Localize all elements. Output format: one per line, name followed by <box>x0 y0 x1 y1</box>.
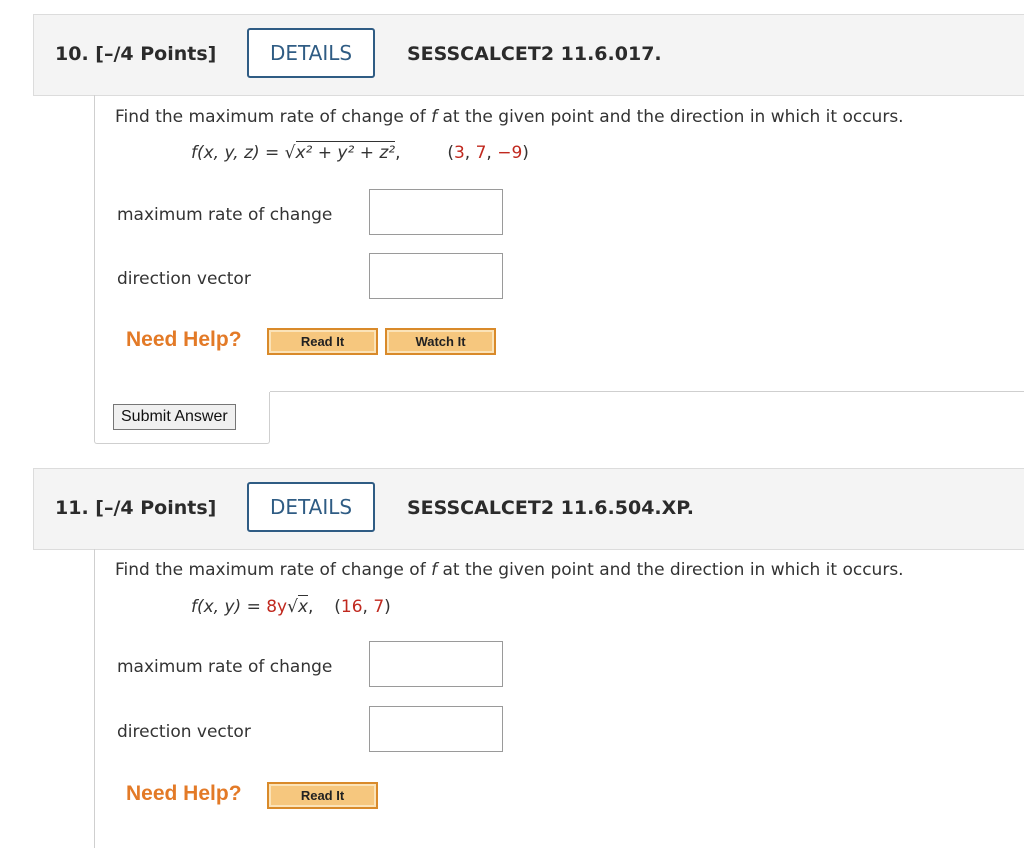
direction-vector-input[interactable] <box>369 706 503 752</box>
details-button[interactable]: DETAILS <box>247 28 375 78</box>
divider <box>270 391 1024 392</box>
submit-area: Submit Answer <box>94 392 270 444</box>
function-lhs: f(x, y, z) = <box>191 143 285 163</box>
direction-vector-label: direction vector <box>117 722 251 742</box>
given-point: (3, 7, −9) <box>447 143 529 163</box>
question-10-header: 10. [–/4 Points] DETAILS SESSCALCET2 11.… <box>33 14 1024 96</box>
question-code: SESSCALCET2 11.6.017. <box>407 43 662 65</box>
question-prompt: Find the maximum rate of change of f at … <box>115 107 904 127</box>
prompt-text: Find the maximum rate of change of <box>115 560 432 580</box>
function-formula: f(x, y, z) = √x² + y² + z², (3, 7, −9) <box>191 141 529 163</box>
max-rate-label: maximum rate of change <box>117 657 333 677</box>
sqrt-sign-icon: √ <box>287 597 298 617</box>
watch-it-button[interactable]: Watch It <box>385 328 496 355</box>
function-formula: f(x, y) = 8y√x, (16, 7) <box>191 595 391 617</box>
given-point: (16, 7) <box>334 597 391 617</box>
question-code: SESSCALCET2 11.6.504.XP. <box>407 497 694 519</box>
direction-vector-label: direction vector <box>117 269 251 289</box>
prompt-text: Find the maximum rate of change of <box>115 107 432 127</box>
read-it-button[interactable]: Read It <box>267 328 378 355</box>
function-radicand: x² + y² + z² <box>295 141 396 163</box>
prompt-text-end: at the given point and the direction in … <box>437 560 904 580</box>
need-help-label: Need Help? <box>126 328 242 351</box>
question-11-body: Find the maximum rate of change of f at … <box>94 549 1024 848</box>
prompt-text-end: at the given point and the direction in … <box>437 107 904 127</box>
separator: , <box>395 143 401 163</box>
max-rate-input[interactable] <box>369 641 503 687</box>
question-number: 11. [–/4 Points] <box>55 497 217 519</box>
details-button[interactable]: DETAILS <box>247 482 375 532</box>
question-number: 10. [–/4 Points] <box>55 43 217 65</box>
question-prompt: Find the maximum rate of change of f at … <box>115 560 904 580</box>
need-help-label: Need Help? <box>126 782 242 805</box>
function-coefficient: 8y <box>266 597 288 617</box>
submit-answer-button[interactable]: Submit Answer <box>113 404 236 430</box>
read-it-button[interactable]: Read It <box>267 782 378 809</box>
question-11-header: 11. [–/4 Points] DETAILS SESSCALCET2 11.… <box>33 468 1024 550</box>
sqrt-sign-icon: √ <box>284 143 296 163</box>
function-radicand: x <box>297 595 309 617</box>
direction-vector-input[interactable] <box>369 253 503 299</box>
function-lhs: f(x, y) = <box>191 597 267 617</box>
max-rate-label: maximum rate of change <box>117 205 333 225</box>
max-rate-input[interactable] <box>369 189 503 235</box>
separator: , <box>308 597 314 617</box>
question-10-body: Find the maximum rate of change of f at … <box>94 95 1024 392</box>
